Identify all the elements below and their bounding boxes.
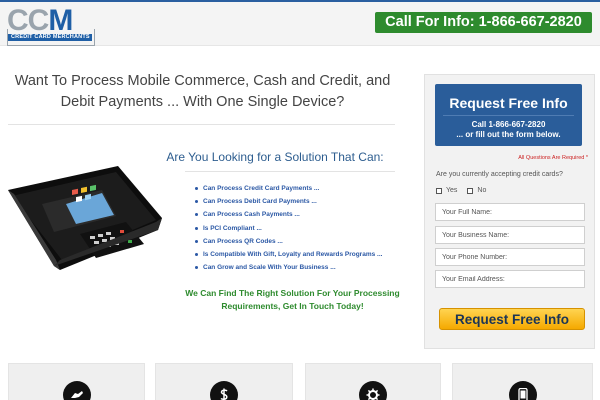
solution-subheading: Are You Looking for a Solution That Can: — [166, 150, 384, 164]
logo-letter: M — [48, 4, 73, 37]
feature-card-mobile — [452, 363, 593, 400]
form-subline: ... or fill out the form below. — [456, 130, 561, 139]
list-item: Can Process Debit Card Payments ... — [195, 195, 382, 208]
business-name-field[interactable] — [435, 226, 585, 244]
form-title-rule — [443, 115, 574, 116]
option-no[interactable]: No — [467, 187, 486, 194]
logo-letters-text: CCM — [7, 4, 73, 37]
option-no-label: No — [477, 187, 487, 194]
site-header: CCM CREDIT CARD MERCHANTS Call For Info:… — [0, 2, 600, 46]
dollar-icon — [210, 381, 238, 400]
feature-card-gear — [305, 363, 441, 400]
request-info-header: Request Free Info Call 1-866-667-2820 ..… — [435, 84, 582, 146]
call-for-info-badge[interactable]: Call For Info: 1-866-667-2820 — [375, 12, 592, 33]
logo-letter: C — [27, 4, 50, 37]
no-checkbox[interactable] — [467, 187, 474, 194]
subheading-divider — [185, 171, 395, 172]
request-info-form: Request Free Info Call 1-866-667-2820 ..… — [424, 74, 595, 349]
feature-card-dollar — [155, 363, 293, 400]
logo-tagline: CREDIT CARD MERCHANTS — [8, 34, 92, 41]
list-item: Can Process Cash Payments ... — [195, 208, 382, 221]
list-item: Can Grow and Scale With Your Business ..… — [195, 261, 382, 274]
list-item: Is PCI Compliant ... — [195, 222, 382, 235]
accepting-cards-options: Yes No — [436, 187, 496, 194]
logo-letters: CCM — [7, 4, 73, 37]
call-to-action-text: We Can Find The Right Solution For Your … — [185, 288, 400, 311]
full-name-field[interactable] — [435, 203, 585, 221]
list-item: Can Process QR Codes ... — [195, 235, 382, 248]
mobile-phone-icon — [508, 381, 537, 400]
list-item: Is Compatible With Gift, Loyalty and Rew… — [195, 248, 382, 261]
gear-icon — [359, 381, 387, 400]
accepting-cards-question: Are you currently accepting credit cards… — [436, 171, 563, 178]
list-item: Can Process Credit Card Payments ... — [195, 182, 382, 195]
phone-number-field[interactable] — [435, 248, 585, 266]
email-address-field[interactable] — [435, 270, 585, 288]
yes-checkbox[interactable] — [436, 187, 442, 194]
required-note: All Questions Are Required * — [518, 155, 588, 161]
ccm-logo[interactable]: CCM CREDIT CARD MERCHANTS — [7, 4, 97, 46]
option-yes[interactable]: Yes — [436, 187, 457, 194]
page-headline: Want To Process Mobile Commerce, Cash an… — [14, 73, 391, 110]
form-phone-line: Call 1-866-667-2820 — [471, 120, 546, 129]
benefits-list: Can Process Credit Card Payments ... Can… — [195, 182, 382, 274]
option-yes-label: Yes — [446, 187, 458, 194]
logo-letter: C — [7, 4, 29, 37]
form-title: Request Free Info — [449, 95, 568, 111]
headline-divider — [8, 124, 395, 125]
request-free-info-button[interactable]: Request Free Info — [439, 308, 585, 330]
payment-terminal-image — [8, 166, 162, 270]
hand-icon — [62, 381, 91, 400]
feature-card-hand — [8, 363, 145, 400]
